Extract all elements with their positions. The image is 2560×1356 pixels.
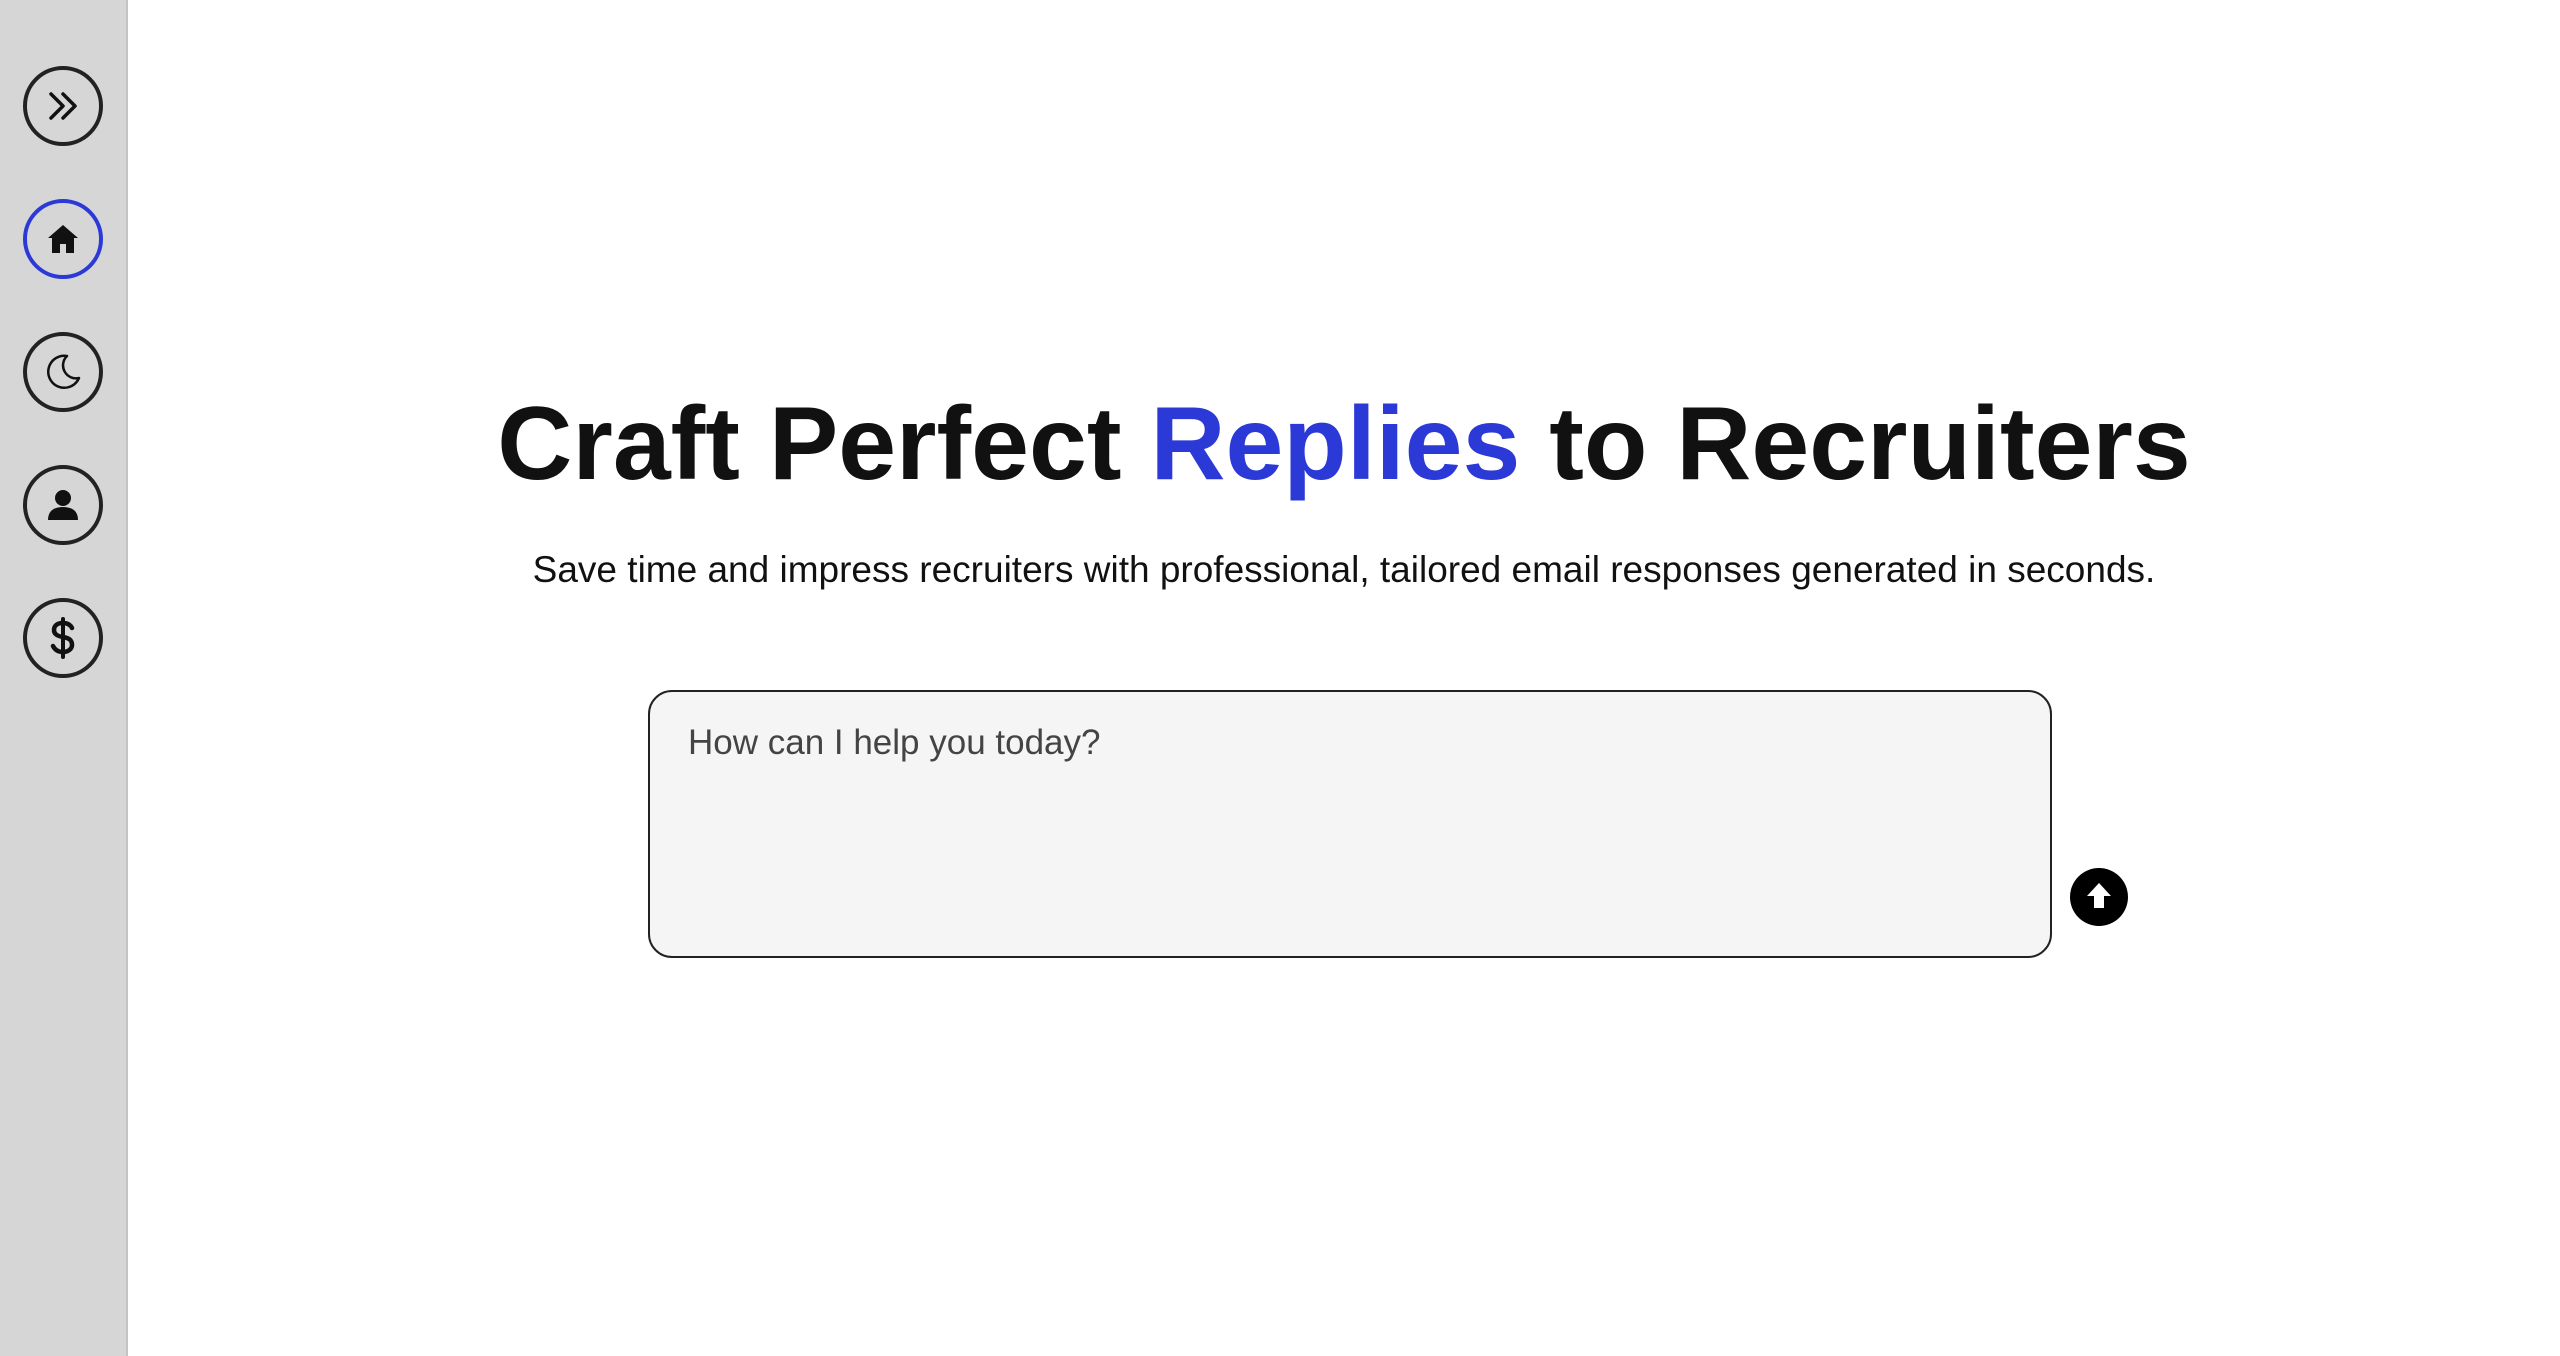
sidebar-item-theme[interactable] [23,332,103,412]
sidebar-item-pricing[interactable] [23,598,103,678]
title-text-before: Craft Perfect [497,386,1151,502]
send-button[interactable] [2070,868,2128,926]
page-title: Craft Perfect Replies to Recruiters [128,384,2560,504]
double-chevron-right-icon [43,86,83,126]
app-root: Craft Perfect Replies to Recruiters Save… [0,0,2560,1356]
main-content: Craft Perfect Replies to Recruiters Save… [128,0,2560,1356]
page-subtitle: Save time and impress recruiters with pr… [532,549,2156,590]
sidebar-item-home[interactable] [23,199,103,279]
sidebar-expand-button[interactable] [23,66,103,146]
sidebar [0,0,128,1356]
sidebar-item-profile[interactable] [23,465,103,545]
moon-icon [41,350,85,394]
user-icon [42,484,84,526]
title-text-after: to Recruiters [1520,386,2191,502]
dollar-icon [43,616,83,660]
home-icon [44,220,82,258]
title-accent-text: Replies [1150,386,1521,502]
prompt-box [648,690,2128,958]
prompt-input[interactable] [688,720,1948,860]
arrow-up-icon [2082,879,2116,916]
